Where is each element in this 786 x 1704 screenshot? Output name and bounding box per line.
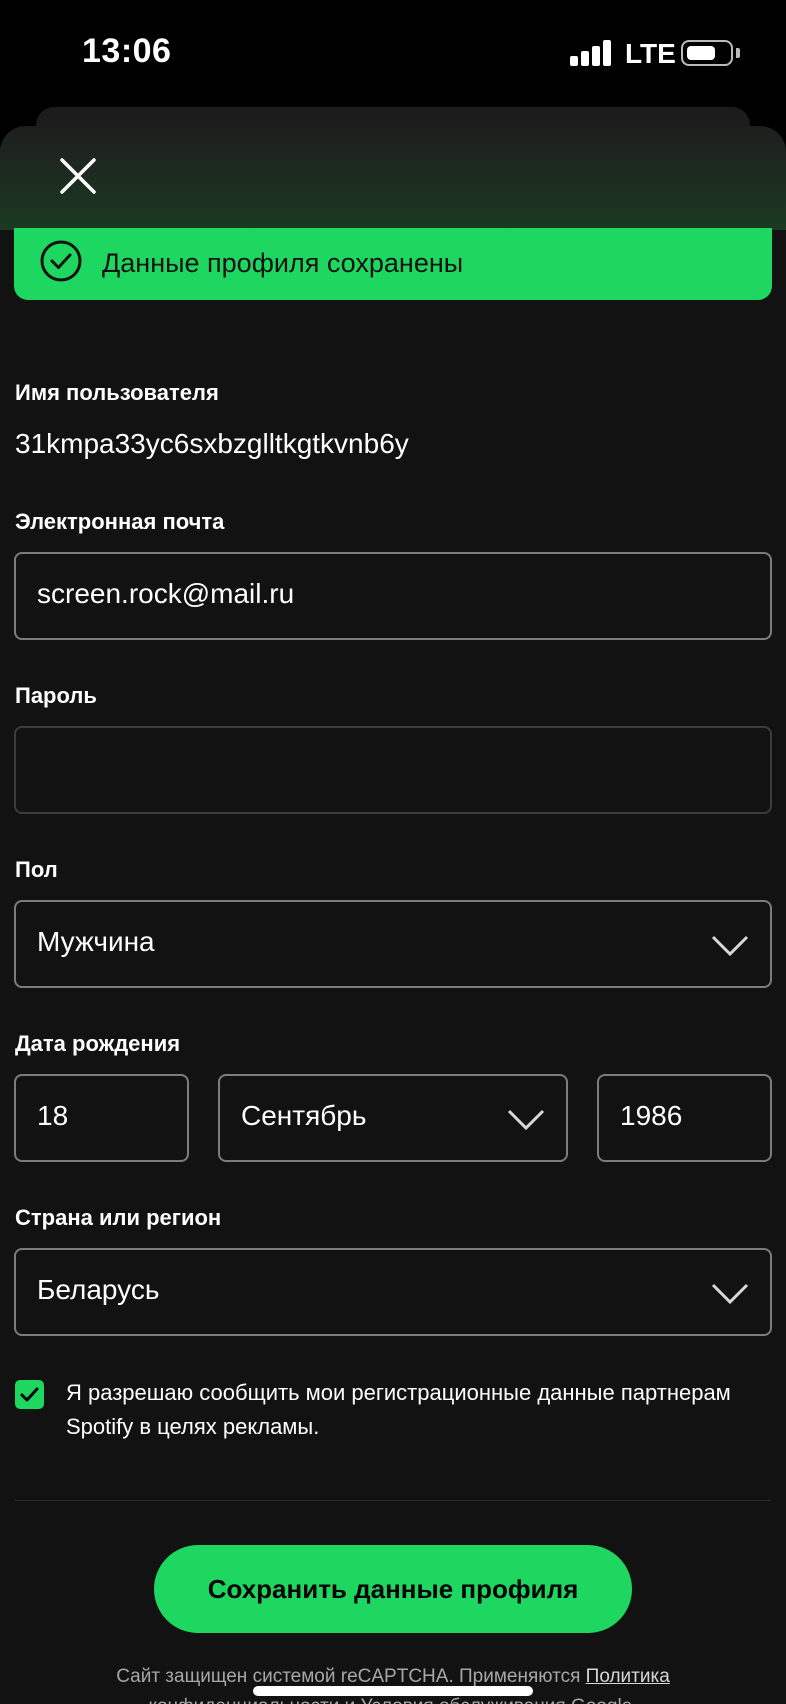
password-label: Пароль [15, 683, 97, 708]
status-time: 13:06 [82, 32, 172, 70]
chevron-down-icon [711, 1283, 749, 1305]
email-field[interactable]: screen.rock@mail.ru [14, 552, 772, 640]
email-label: Электронная почта [15, 509, 225, 534]
network-type: LTE [625, 38, 676, 69]
success-toast: Данные профиля сохранены [14, 228, 772, 300]
consent-text: Я разрешаю сообщить мои регистрационные … [66, 1380, 731, 1439]
username-label: Имя пользователя [15, 380, 219, 405]
recaptcha-notice: Сайт защищен системой reCAPTCHA. Применя… [0, 1662, 786, 1704]
birth-day-field[interactable]: 18 [14, 1074, 189, 1162]
battery-tip [736, 48, 740, 58]
country-label: Страна или регион [15, 1205, 222, 1230]
recaptcha-text: Сайт защищен системой reCAPTCHA. Применя… [116, 1666, 586, 1687]
toast-message: Данные профиля сохранены [102, 248, 464, 278]
screen: 13:06 LTE Данные профиля сохранены Имя п… [0, 0, 786, 1704]
chevron-down-icon [711, 935, 749, 957]
username-value: 31kmpa33yc6sxbzglltkgtkvnb6y [15, 428, 409, 459]
close-button[interactable] [56, 154, 100, 198]
chevron-down-icon [507, 1109, 545, 1131]
gender-value: Мужчина [37, 926, 155, 957]
birth-month-value: Сентябрь [241, 1100, 367, 1131]
close-icon [60, 158, 96, 194]
divider [15, 1500, 771, 1501]
email-value: screen.rock@mail.ru [37, 578, 295, 609]
battery-icon [681, 40, 733, 66]
cellular-signal-icon [570, 40, 612, 66]
birth-year-field[interactable]: 1986 [597, 1074, 772, 1162]
gender-label: Пол [15, 857, 58, 882]
birth-month-select[interactable]: Сентябрь [218, 1074, 568, 1162]
birth-day-value: 18 [37, 1100, 69, 1131]
check-circle-icon [40, 240, 82, 282]
recaptcha-text-line2: конфиденциальности и Условия обслуживани… [148, 1696, 637, 1704]
gender-select[interactable]: Мужчина [14, 900, 772, 988]
country-value: Беларусь [37, 1274, 160, 1305]
birth-year-value: 1986 [620, 1100, 683, 1131]
birth-date-label: Дата рождения [15, 1031, 181, 1056]
home-indicator [253, 1686, 533, 1696]
country-select[interactable]: Беларусь [14, 1248, 772, 1336]
privacy-policy-link[interactable]: Политика [586, 1666, 670, 1687]
sheet-header [0, 126, 786, 230]
consent-checkbox[interactable] [15, 1380, 44, 1409]
checkmark-icon [20, 1387, 39, 1402]
password-field[interactable] [14, 726, 772, 814]
status-bar: 13:06 LTE [0, 0, 786, 110]
save-profile-button[interactable]: Сохранить данные профиля [154, 1545, 632, 1633]
